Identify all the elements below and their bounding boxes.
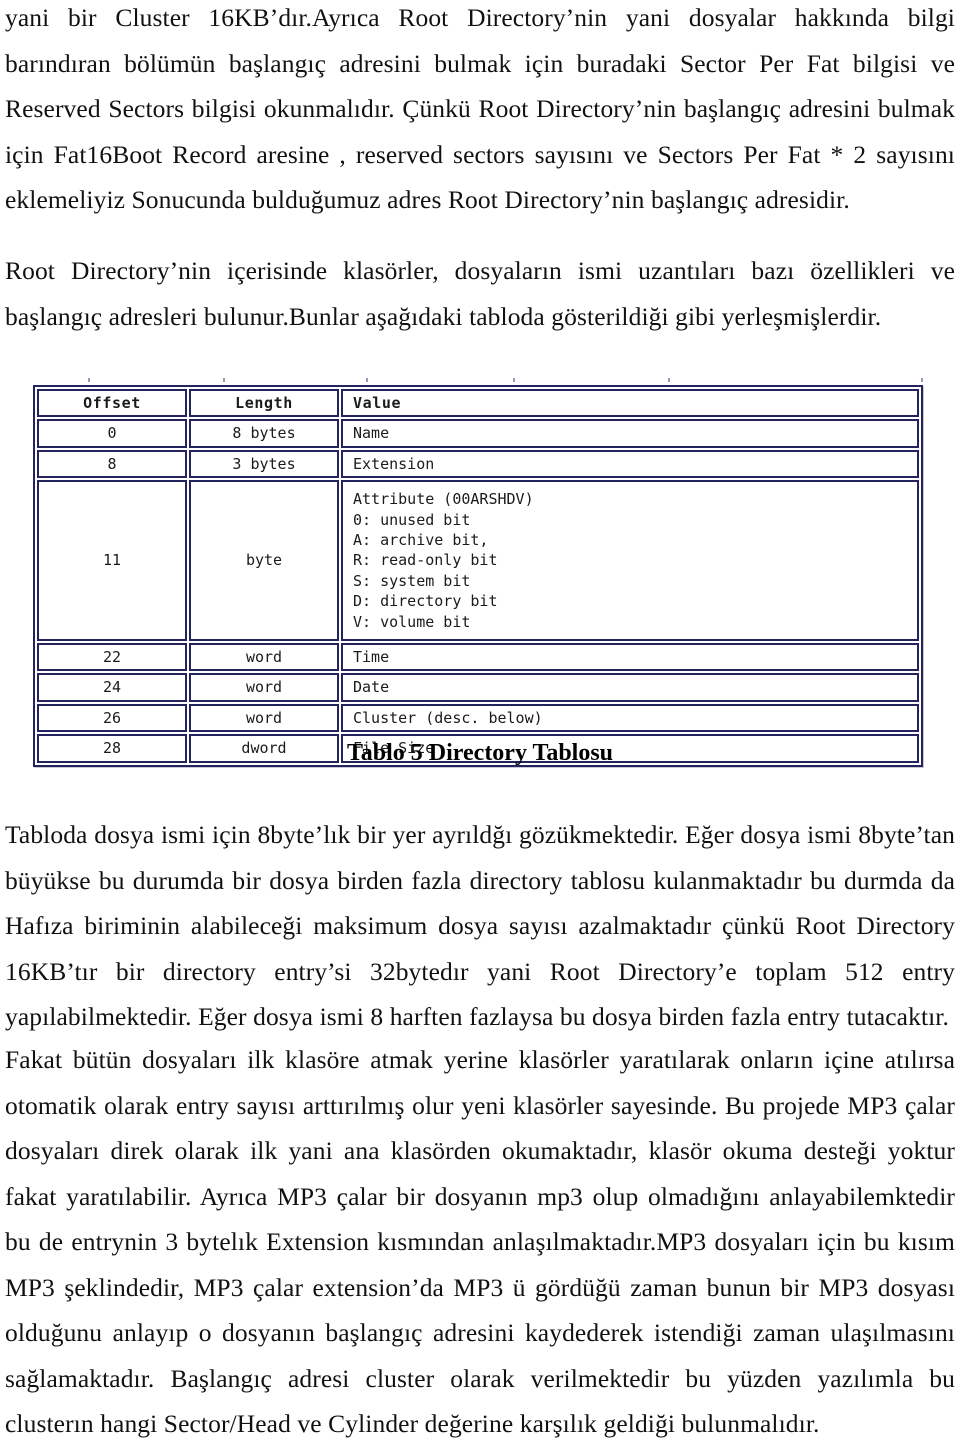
directory-table-figure: Offset Length Value 0 8 bytes Name 8 3 b… — [33, 378, 923, 767]
table-row: 0 8 bytes Name — [37, 419, 919, 448]
ruler-tick — [921, 378, 923, 382]
cell-value: Time — [341, 643, 919, 672]
cell-length: word — [189, 673, 339, 702]
cell-length: 3 bytes — [189, 449, 339, 479]
cell-length: word — [189, 703, 339, 733]
column-header-length: Length — [189, 389, 339, 418]
figure-ruler-ticks — [33, 378, 923, 385]
directory-entry-table: Offset Length Value 0 8 bytes Name 8 3 b… — [33, 385, 923, 767]
cell-offset: 8 — [37, 449, 187, 479]
cell-offset: 22 — [37, 643, 187, 672]
ruler-tick — [513, 378, 515, 382]
table-row: 24 word Date — [37, 673, 919, 702]
ruler-tick — [223, 378, 225, 382]
figure-caption: Tablo 5 Directory Tablosu — [346, 740, 614, 766]
table-row: 22 word Time — [37, 643, 919, 672]
cell-value: Cluster (desc. below) — [341, 703, 919, 733]
cell-length: word — [189, 643, 339, 672]
cell-offset: 24 — [37, 673, 187, 702]
cell-offset: 26 — [37, 703, 187, 733]
column-header-value: Value — [341, 389, 919, 418]
ruler-tick — [366, 378, 368, 382]
cell-value-attribute-bits: Attribute (00ARSHDV) 0: unused bit A: ar… — [341, 480, 919, 642]
paragraph-2: Root Directory’nin içerisinde klasörler,… — [5, 256, 955, 331]
cell-value: Date — [341, 673, 919, 702]
column-header-offset: Offset — [37, 389, 187, 418]
cell-value: Name — [341, 419, 919, 448]
ruler-tick — [668, 378, 670, 382]
paragraph-1: yani bir Cluster 16KB’dır.Ayrıca Root Di… — [5, 3, 955, 214]
table-row-attribute: 11 byte Attribute (00ARSHDV) 0: unused b… — [37, 480, 919, 642]
table-row: 8 3 bytes Extension — [37, 449, 919, 479]
cell-offset: 11 — [37, 480, 187, 642]
document-page: yani bir Cluster 16KB’dır.Ayrıca Root Di… — [0, 0, 960, 1438]
cell-offset: 0 — [37, 419, 187, 448]
table-row: 26 word Cluster (desc. below) — [37, 703, 919, 733]
cell-value: Extension — [341, 449, 919, 479]
paragraph-4: Fakat bütün dosyaları ilk klasöre atmak … — [5, 1045, 955, 1438]
paragraph-3: Tabloda dosya ismi için 8byte’lık bir ye… — [5, 820, 955, 1031]
cell-length: 8 bytes — [189, 419, 339, 448]
cell-length: byte — [189, 480, 339, 642]
ruler-tick — [88, 378, 90, 382]
table-header-row: Offset Length Value — [37, 389, 919, 418]
